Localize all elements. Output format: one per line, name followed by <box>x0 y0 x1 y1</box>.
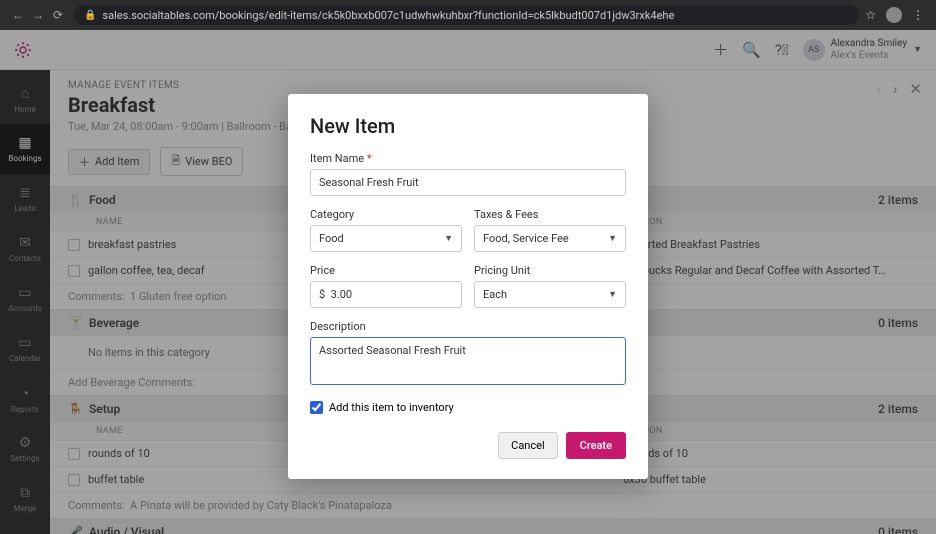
taxes-label: Taxes & Fees <box>474 208 626 221</box>
modal-overlay: New Item Item Name * Category Food▼ Taxe… <box>0 30 936 534</box>
back-icon[interactable]: ← <box>8 8 28 22</box>
star-icon[interactable]: ☆ <box>865 8 876 22</box>
category-select[interactable]: Food▼ <box>310 225 462 252</box>
item-name-label: Item Name * <box>310 152 626 165</box>
forward-icon[interactable]: → <box>28 8 48 22</box>
chevron-down-icon: ▼ <box>608 289 617 300</box>
price-label: Price <box>310 264 462 277</box>
lock-icon: 🔒 <box>84 10 96 21</box>
cancel-button[interactable]: Cancel <box>498 432 557 459</box>
category-label: Category <box>310 208 462 221</box>
item-name-input[interactable] <box>310 169 626 196</box>
reload-icon[interactable]: ⟳ <box>48 8 68 22</box>
add-inventory-label: Add this item to inventory <box>329 401 454 414</box>
modal-title: New Item <box>310 114 626 138</box>
add-inventory-checkbox[interactable] <box>310 401 323 414</box>
unit-label: Pricing Unit <box>474 264 626 277</box>
new-item-modal: New Item Item Name * Category Food▼ Taxe… <box>288 94 648 479</box>
menu-icon[interactable]: ⋮ <box>912 8 924 22</box>
chevron-down-icon: ▼ <box>608 233 617 244</box>
profile-icon[interactable] <box>886 7 902 23</box>
price-input[interactable] <box>310 281 462 308</box>
create-button[interactable]: Create <box>566 432 626 459</box>
url-bar[interactable]: 🔒 sales.socialtables.com/bookings/edit-i… <box>74 5 859 25</box>
browser-chrome: ← → ⟳ 🔒 sales.socialtables.com/bookings/… <box>0 0 936 30</box>
chevron-down-icon: ▼ <box>444 233 453 244</box>
taxes-select[interactable]: Food, Service Fee▼ <box>474 225 626 252</box>
description-input[interactable] <box>310 337 626 385</box>
url-text: sales.socialtables.com/bookings/edit-ite… <box>102 9 674 22</box>
description-label: Description <box>310 320 626 333</box>
unit-select[interactable]: Each▼ <box>474 281 626 308</box>
